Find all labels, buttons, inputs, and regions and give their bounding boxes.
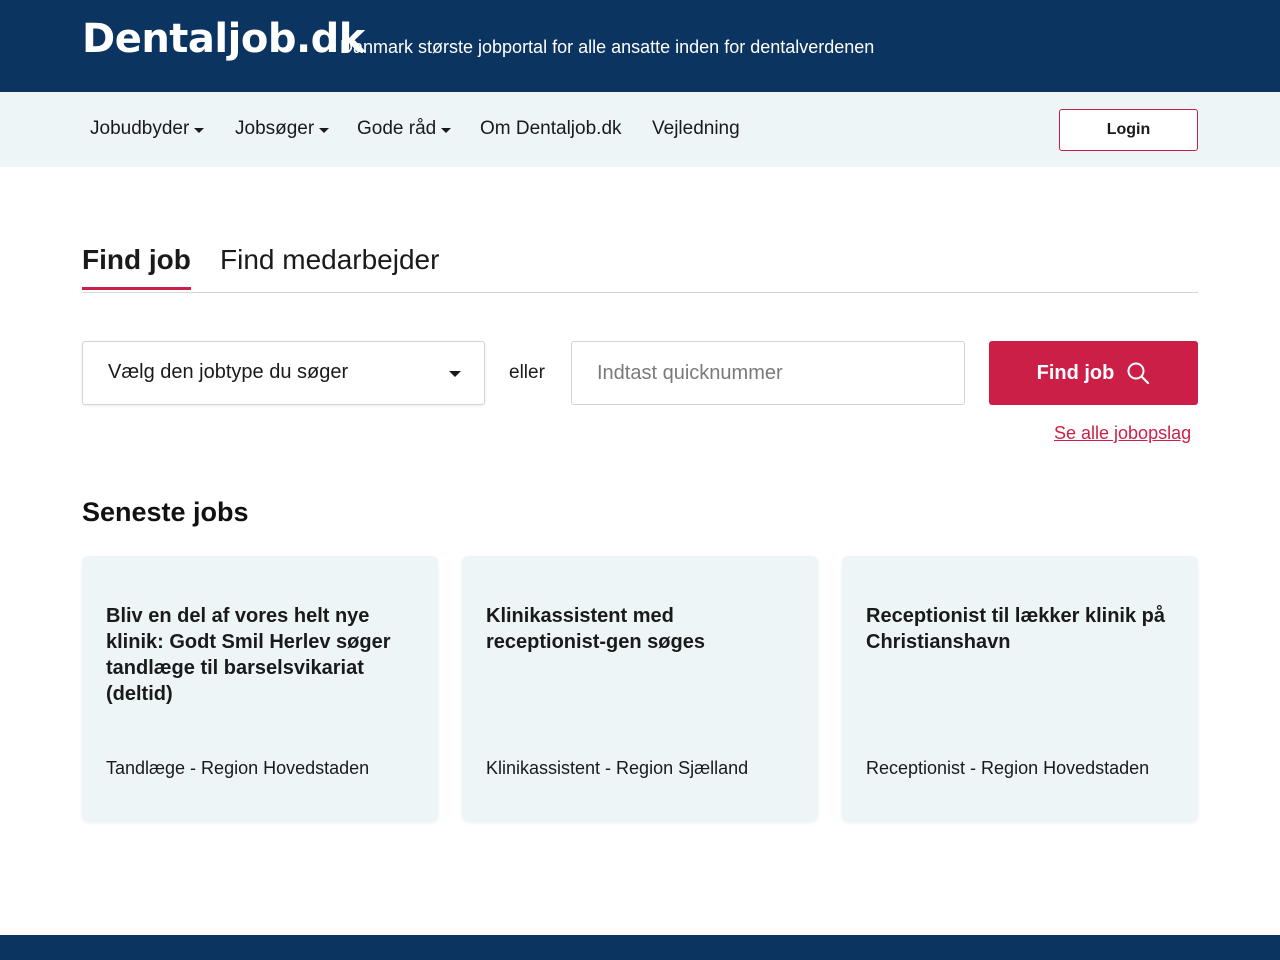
jobtype-select[interactable]: Vælg den jobtype du søger [82,341,485,405]
caret-down-icon [194,128,205,133]
job-card-meta: Tandlæge - Region Hovedstaden [106,758,370,778]
chevron-down-icon [449,371,461,377]
job-card-meta: Klinikassistent - Region Sjælland [486,758,749,778]
site-header: Dentaljob.dk Danmark største jobportal f… [0,0,1280,92]
site-tagline: Danmark største jobportal for alle ansat… [340,37,875,57]
nav-item-jobudbyder[interactable]: Jobudbyder [90,118,205,140]
nav-item-label: Om Dentaljob.dk [480,118,622,139]
job-card[interactable]: Receptionist til lækker klinik på Christ… [842,556,1198,822]
jobtype-select-value: Vælg den jobtype du søger [108,361,349,383]
find-job-button[interactable]: Find job [989,341,1198,405]
search-tabs: Find job Find medarbejder [82,240,1198,293]
nav-item-om-dentaljob[interactable]: Om Dentaljob.dk [480,118,622,140]
nav-item-gode-raad[interactable]: Gode råd [357,118,452,140]
nav-item-jobsoger[interactable]: Jobsøger [235,118,330,140]
job-card-meta: Receptionist - Region Hovedstaden [866,758,1150,778]
job-card[interactable]: Bliv en del af vores helt nye klinik: Go… [82,556,438,822]
job-card-title: Klinikassistent med receptionist-gen søg… [486,605,705,653]
nav-item-label: Jobudbyder [90,118,190,139]
site-logo[interactable]: Dentaljob.dk [82,16,365,62]
find-job-button-label: Find job [1036,361,1115,384]
job-card-title: Receptionist til lækker klinik på Christ… [866,605,1165,653]
nav-item-label: Vejledning [652,118,740,139]
latest-jobs-title: Seneste jobs [82,497,249,527]
or-label: eller [509,362,545,383]
caret-down-icon [319,128,330,133]
main-nav: Jobudbyder Jobsøger Gode råd Om Dentaljo… [0,92,1280,167]
search-icon [1127,362,1150,385]
see-all-jobs-link[interactable]: Se alle jobopslag [1054,423,1191,444]
job-card[interactable]: Klinikassistent med receptionist-gen søg… [462,556,818,822]
caret-down-icon [441,128,452,133]
nav-item-vejledning[interactable]: Vejledning [652,118,740,140]
login-button[interactable]: Login [1059,109,1198,151]
quicknumber-input[interactable] [571,341,965,405]
job-card-title: Bliv en del af vores helt nye klinik: Go… [106,605,391,705]
tab-find-job[interactable]: Find job [82,244,191,290]
tab-find-medarbejder[interactable]: Find medarbejder [220,244,439,276]
site-footer [0,935,1280,960]
nav-item-label: Gode råd [357,118,437,139]
nav-item-label: Jobsøger [235,118,315,139]
